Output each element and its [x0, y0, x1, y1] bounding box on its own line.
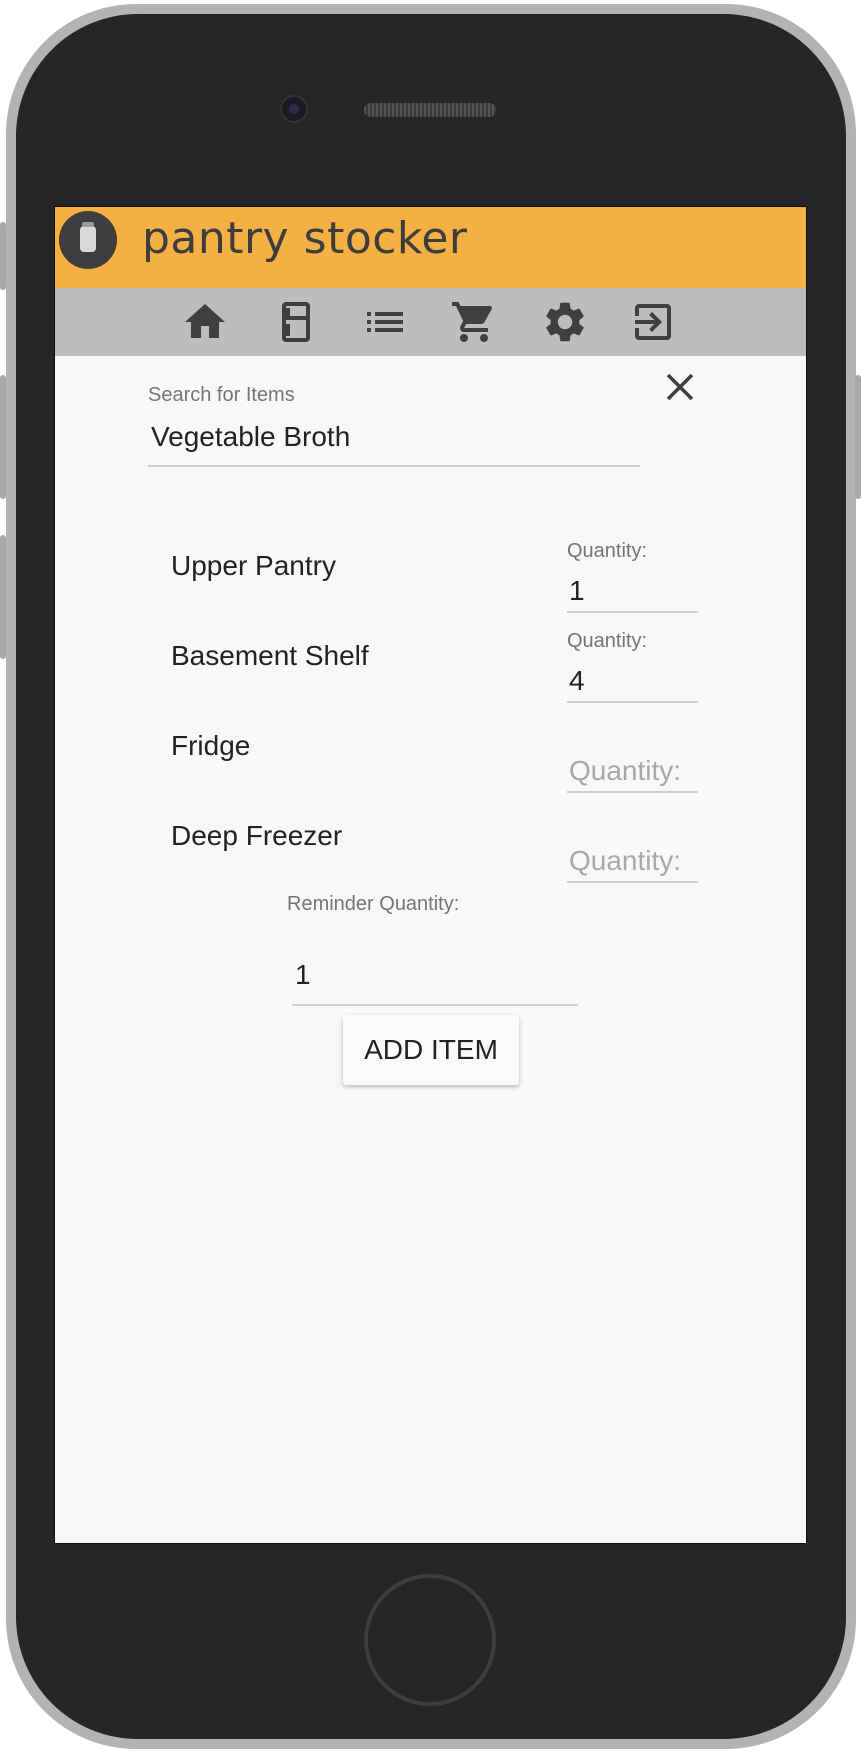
- quantity-input-upper-pantry[interactable]: [567, 571, 698, 613]
- gear-icon[interactable]: [541, 298, 589, 346]
- quantity-label: Quantity:: [567, 540, 648, 562]
- search-label: Search for Items: [148, 384, 295, 406]
- home-icon[interactable]: [181, 298, 229, 346]
- reminder-underline: [292, 1004, 578, 1006]
- phone-volume-down-button: [0, 535, 6, 659]
- close-icon[interactable]: [660, 367, 700, 407]
- front-camera: [282, 97, 306, 121]
- phone-side-button-mute: [0, 222, 6, 290]
- app-header: pantry stocker: [55, 207, 806, 288]
- reminder-quantity-label: Reminder Quantity:: [287, 893, 460, 915]
- list-icon[interactable]: [361, 298, 409, 346]
- phone-home-button[interactable]: [364, 1574, 496, 1706]
- add-item-button[interactable]: ADD ITEM: [343, 1015, 519, 1085]
- fridge-icon[interactable]: [272, 298, 320, 346]
- phone-power-button: [855, 375, 861, 499]
- exit-icon[interactable]: [629, 298, 677, 346]
- search-underline: [148, 465, 640, 467]
- cart-icon[interactable]: [450, 298, 498, 346]
- jar-icon: [59, 211, 117, 269]
- location-deep-freezer: Deep Freezer: [171, 820, 343, 851]
- quantity-input-deep-freezer[interactable]: [567, 841, 698, 883]
- location-upper-pantry: Upper Pantry: [171, 550, 336, 581]
- earpiece-speaker: [364, 103, 496, 117]
- location-fridge: Fridge: [171, 730, 251, 761]
- quantity-input-fridge[interactable]: [567, 751, 698, 793]
- phone-volume-up-button: [0, 375, 6, 499]
- nav-bar: [55, 288, 806, 356]
- location-basement-shelf: Basement Shelf: [171, 640, 369, 671]
- app-title: pantry stocker: [142, 213, 468, 264]
- reminder-quantity-input[interactable]: 1: [295, 959, 311, 991]
- app-screen: pantry stocker Search for Items Vegetabl…: [55, 207, 806, 1543]
- quantity-input-basement-shelf[interactable]: [567, 661, 698, 703]
- quantity-label: Quantity:: [567, 630, 648, 652]
- search-input[interactable]: Vegetable Broth: [151, 421, 350, 453]
